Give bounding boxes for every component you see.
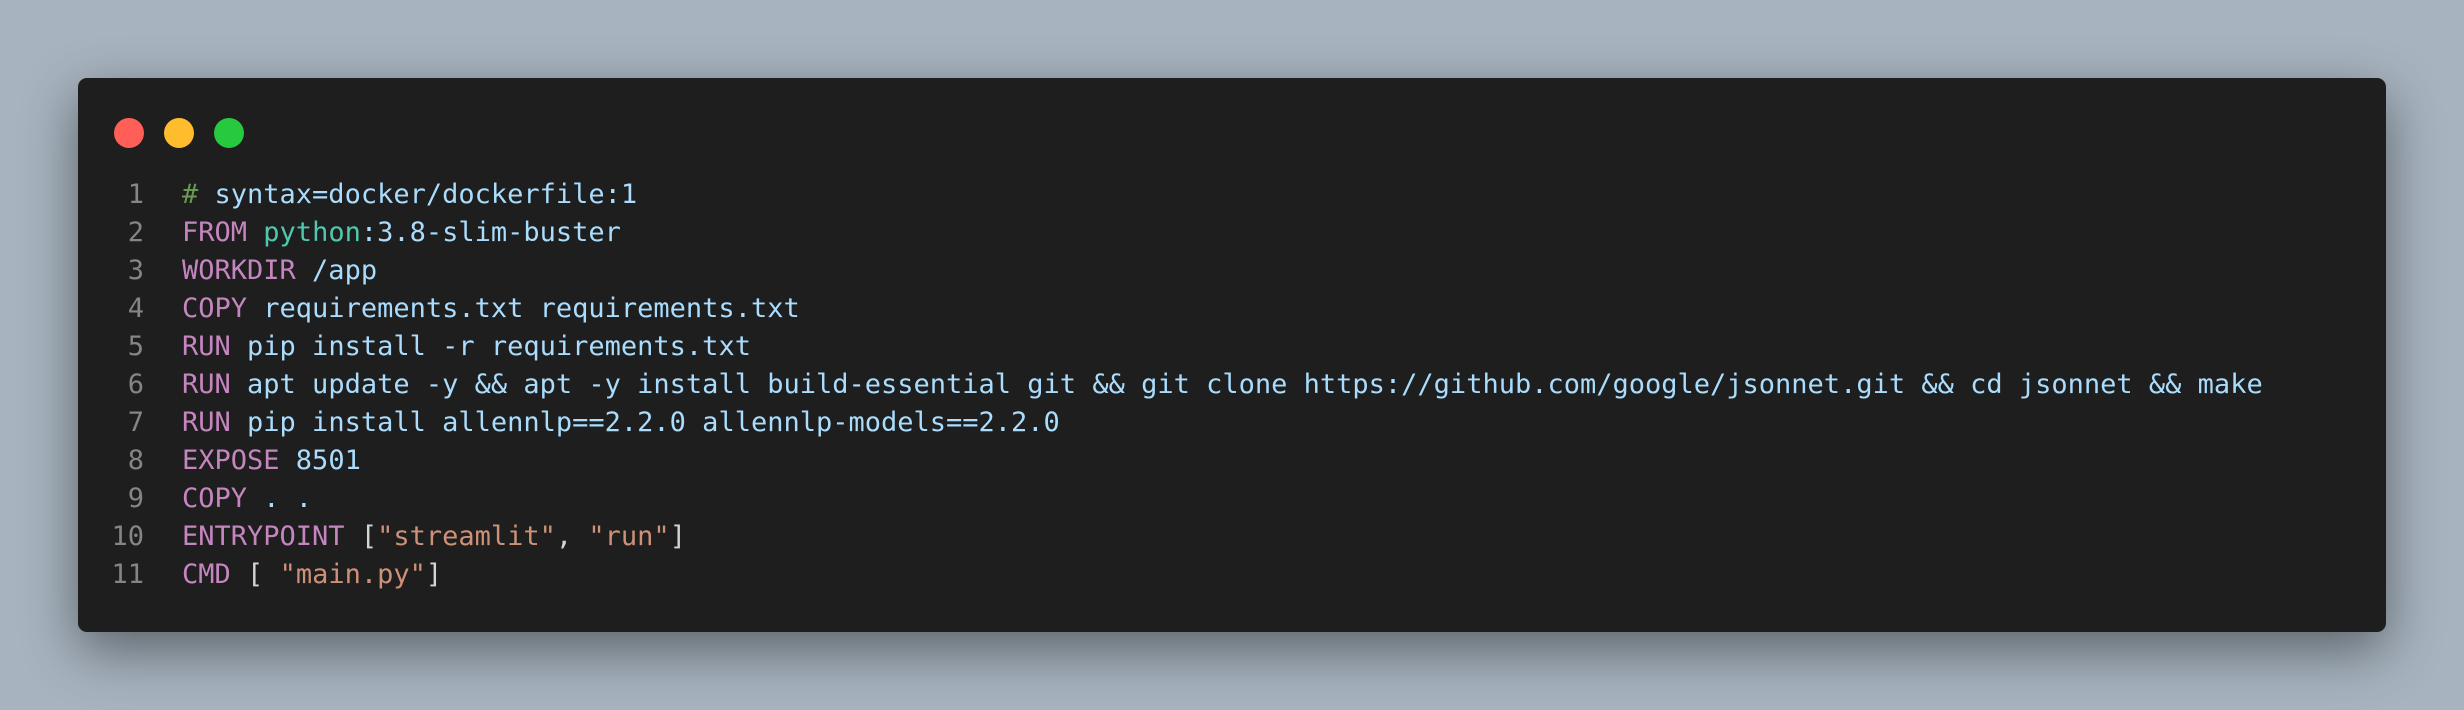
code-token-punct: , [555,521,589,552]
code-token-plain: 8501 [279,445,361,476]
code-line: 6 RUN apt update -y && apt -y install bui… [78,366,2386,404]
line-number: 3 [127,255,144,286]
code-line: 10 ENTRYPOINT ["streamlit", "run"] [78,518,2386,556]
line-content: FROM python:3.8-slim-buster [144,214,621,252]
close-window-button[interactable] [114,118,144,148]
code-token-plain: requirements.txt requirements.txt [247,293,800,324]
line-content: RUN apt update -y && apt -y install buil… [144,366,2263,404]
code-token-plain: /app [295,255,378,286]
code-token-punct: ] [425,559,443,590]
code-token-kw: RUN [182,331,231,362]
code-token-plain: apt update -y && apt -y install build-es… [230,369,2263,400]
code-line: 7 RUN pip install allennlp==2.2.0 allennl… [78,404,2386,442]
window-controls [114,118,244,148]
line-number: 1 [127,179,144,210]
line-number: 10 [111,521,144,552]
code-token-punct: [ [344,521,378,552]
line-number: 8 [127,445,144,476]
code-line: 8 EXPOSE 8501 [78,442,2386,480]
code-token-plain: . . [247,483,313,514]
minimize-window-button[interactable] [164,118,194,148]
code-token-kw: RUN [182,369,231,400]
line-content: COPY requirements.txt requirements.txt [144,290,800,328]
line-content: EXPOSE 8501 [144,442,361,480]
code-line: 5 RUN pip install -r requirements.txt [78,328,2386,366]
code-token-plain: pip install -r requirements.txt [230,331,751,362]
line-content: COPY . . [144,480,312,518]
code-line: 2 FROM python:3.8-slim-buster [78,214,2386,252]
code-token-kw: RUN [182,407,231,438]
code-token-str: "main.py" [279,559,426,590]
line-content: WORKDIR /app [144,252,377,290]
line-number: 7 [127,407,144,438]
code-token-kw: WORKDIR [182,255,296,286]
line-content: # syntax=docker/dockerfile:1 [144,176,637,214]
code-token-kw: EXPOSE [182,445,280,476]
line-number: 11 [111,559,144,590]
code-token-kw: COPY [182,293,248,324]
code-line: 9 COPY . . [78,480,2386,518]
code-token-kw: COPY [182,483,248,514]
line-content: ENTRYPOINT ["streamlit", "run"] [144,518,686,556]
code-token-kw: ENTRYPOINT [182,521,345,552]
code-token-punct: [ [230,559,280,590]
line-number: 5 [127,331,144,362]
code-line: 1 # syntax=docker/dockerfile:1 [78,176,2386,214]
line-number: 4 [127,293,144,324]
code-token-plain: :3.8-slim-buster [360,217,621,248]
code-token-str: "run" [588,521,670,552]
code-token-str: "streamlit" [377,521,556,552]
code-line: 3 WORKDIR /app [78,252,2386,290]
code-window: 1 # syntax=docker/dockerfile:1 2 FROM pytho… [78,78,2386,632]
code-block: 1 # syntax=docker/dockerfile:1 2 FROM pytho… [78,176,2386,594]
code-line: 4 COPY requirements.txt requirements.txt [78,290,2386,328]
code-token-type: python [263,217,361,248]
code-line: 11 CMD [ "main.py"] [78,556,2386,594]
code-token-plain: syntax=docker/dockerfile:1 [198,179,638,210]
line-number: 2 [127,217,144,248]
line-content: CMD [ "main.py"] [144,556,442,594]
code-token-kw: CMD [182,559,231,590]
line-content: RUN pip install -r requirements.txt [144,328,751,366]
code-token-plain: pip install allennlp==2.2.0 allennlp-mod… [230,407,1060,438]
code-token-kw: FROM [182,217,248,248]
code-token-comment: # [182,179,199,210]
code-token-punct: ] [669,521,686,552]
maximize-window-button[interactable] [214,118,244,148]
line-number: 6 [127,369,144,400]
line-number: 9 [127,483,144,514]
line-content: RUN pip install allennlp==2.2.0 allennlp… [144,404,1060,442]
